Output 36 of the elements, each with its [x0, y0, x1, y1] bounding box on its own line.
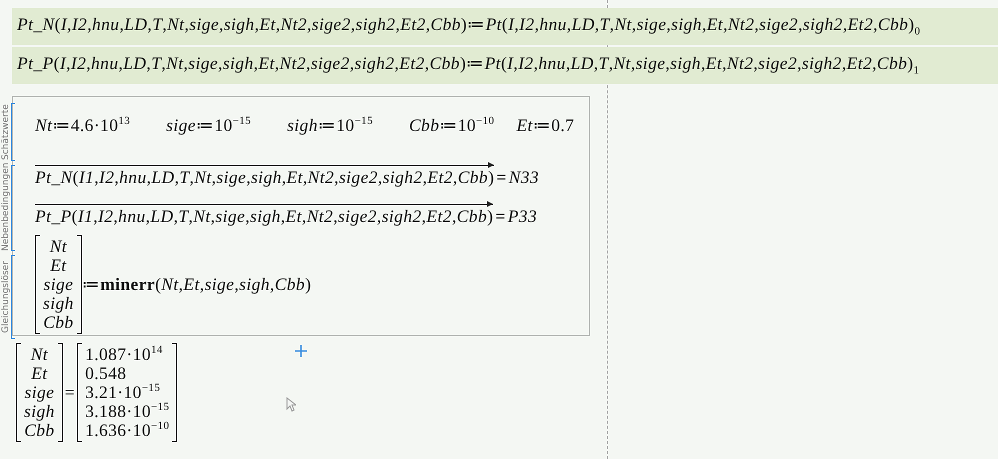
- math-expression: Et≔0.7: [516, 115, 574, 137]
- mouse-pointer-icon: [286, 397, 296, 412]
- matrix-cell: Et: [31, 364, 48, 383]
- section-label: Schätzwerte: [1, 103, 11, 161]
- section-label: Nebenbedingungen: [1, 165, 11, 251]
- math-result: P33: [508, 206, 538, 227]
- math-expression: ≔minerr(Nt,Et,sige,sigh,Cbb): [82, 274, 312, 295]
- matrix-cell: 0.548: [85, 364, 126, 383]
- matrix-cell: Nt: [50, 237, 68, 256]
- matrix-cell: sigh: [43, 294, 74, 313]
- vectorized-expression: Pt_P(I1,I2,hnu,LD,T,Nt,sige,sigh,Et,Nt2,sige2,sigh2,Et2,Cbb): [35, 204, 494, 227]
- math-expression: sige≔10$^{−15}$: [166, 115, 252, 137]
- math-result: N33: [508, 167, 540, 188]
- matrix-cell: Cbb: [24, 421, 55, 440]
- math-expression: Pt_N(I,I2,hnu,LD,T,Nt,sige,sigh,Et,Nt2,sige2,sigh2,Et2,Cbb)≔Pt(I,I2,hnu,LD,T,Nt,sige,sigh,Et,Nt2,sige2,sigh2,Et2,Cbb)$_{0}$: [17, 14, 920, 35]
- matrix-cell: sige: [24, 383, 54, 402]
- equals-sign: =: [64, 382, 76, 403]
- math-expression: Pt_P(I,I2,hnu,LD,T,Nt,sige,sigh,Et,Nt2,sige2,sigh2,Et2,Cbb)≔Pt(I,I2,hnu,LD,T,Nt,sige,sigh,Et,Nt2,sige2,sigh2,Et2,Cbb)$_{1}$: [17, 53, 920, 74]
- matrix-cell: sigh: [24, 402, 55, 421]
- matrix-cell: Nt: [30, 345, 48, 364]
- equals-sign: =: [496, 167, 507, 188]
- section-label: Gleichungslöser: [1, 260, 11, 335]
- matrix-cell: sige: [43, 275, 74, 294]
- plus-icon: [295, 345, 307, 357]
- vectorized-expression: Pt_N(I1,I2,hnu,LD,T,Nt,sige,sigh,Et,Nt2,sige2,sigh2,Et2,Cbb): [35, 165, 494, 188]
- matrix-cell: 1.087·10$^{14}$: [85, 345, 163, 364]
- equals-sign: =: [495, 206, 506, 227]
- math-expression: Cbb≔10$^{−10}$: [408, 115, 494, 137]
- section-bracket: [11, 103, 15, 161]
- matrix-cell: 1.636·10$^{−10}$: [85, 421, 170, 440]
- matrix-cell: 3.188·10$^{−15}$: [85, 402, 170, 421]
- matrix-cell: Et: [50, 256, 67, 275]
- matrix-cell: Cbb: [43, 313, 74, 332]
- matrix-cell: 3.21·10$^{−15}$: [85, 383, 160, 402]
- math-expression: sigh≔10$^{−15}$: [287, 115, 373, 137]
- math-expression: Nt≔4.6·10$^{13}$: [35, 115, 130, 137]
